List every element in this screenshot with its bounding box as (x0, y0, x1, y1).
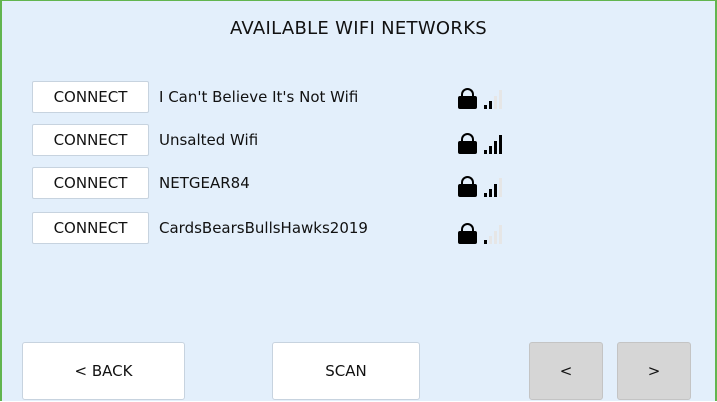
scan-button[interactable]: SCAN (272, 342, 420, 400)
network-status (458, 88, 502, 109)
lock-icon (458, 88, 477, 109)
signal-strength-icon (484, 89, 502, 109)
signal-strength-icon (484, 177, 502, 197)
prev-page-button[interactable]: < (529, 342, 603, 400)
page-title: AVAILABLE WIFI NETWORKS (229, 18, 488, 39)
network-row: CONNECT I Can't Believe It's Not Wifi (32, 80, 358, 114)
signal-strength-icon (484, 134, 502, 154)
network-row: CONNECT Unsalted Wifi (32, 123, 258, 157)
network-status (458, 176, 502, 197)
network-ssid: NETGEAR84 (159, 174, 250, 192)
network-row: CONNECT NETGEAR84 (32, 166, 250, 200)
connect-button[interactable]: CONNECT (32, 212, 149, 244)
next-page-button[interactable]: > (617, 342, 691, 400)
network-status (458, 223, 502, 244)
back-button[interactable]: < BACK (22, 342, 185, 400)
lock-icon (458, 223, 477, 244)
connect-button[interactable]: CONNECT (32, 124, 149, 156)
connect-button[interactable]: CONNECT (32, 167, 149, 199)
wifi-screen: AVAILABLE WIFI NETWORKS CONNECT I Can't … (0, 0, 717, 401)
connect-button[interactable]: CONNECT (32, 81, 149, 113)
network-ssid: CardsBearsBullsHawks2019 (159, 219, 368, 237)
lock-icon (458, 133, 477, 154)
signal-strength-icon (484, 224, 502, 244)
network-ssid: Unsalted Wifi (159, 131, 259, 149)
network-row: CONNECT CardsBearsBullsHawks2019 (32, 211, 368, 245)
network-ssid: I Can't Believe It's Not Wifi (159, 88, 359, 106)
lock-icon (458, 176, 477, 197)
network-status (458, 133, 502, 154)
